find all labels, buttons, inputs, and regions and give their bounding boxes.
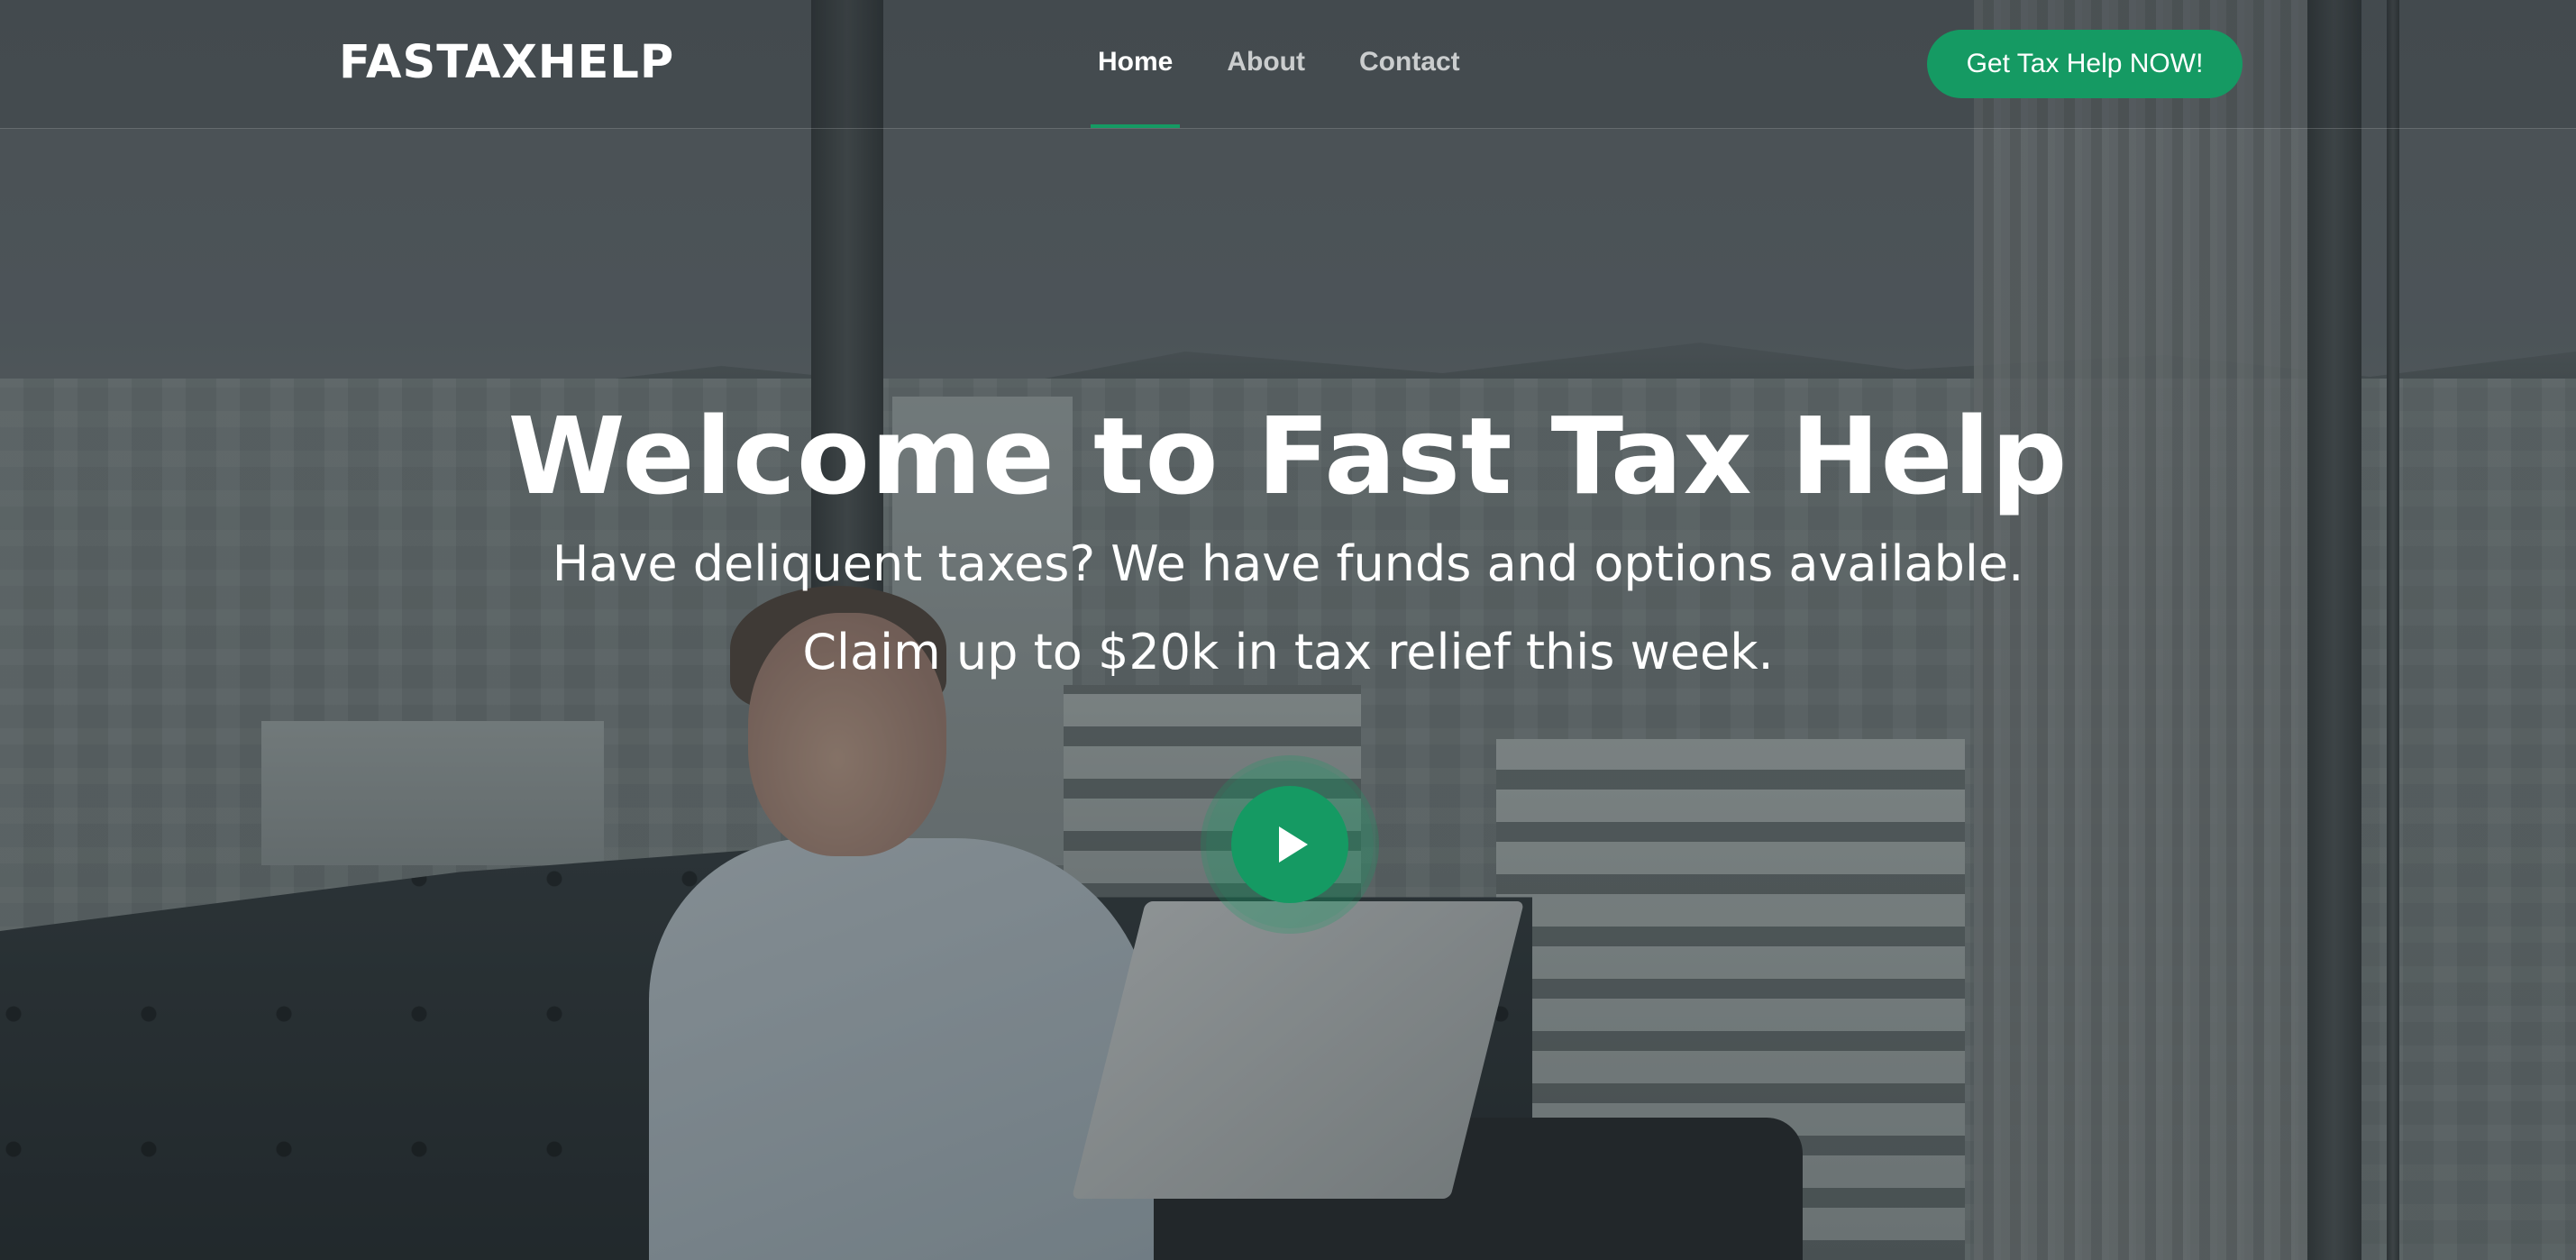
play-video-button[interactable] [1206,761,1374,928]
site-logo[interactable]: FASTAXHELP [339,36,674,89]
nav-item-about[interactable]: About [1227,47,1305,78]
play-button-circle[interactable] [1231,786,1348,903]
get-tax-help-button[interactable]: Get Tax Help NOW! [1927,30,2243,98]
hero-subtitle: Have deliquent taxes? We have funds and … [552,535,2024,592]
hero-claim: Claim up to $20k in tax relief this week… [802,624,1774,680]
play-icon [1279,826,1308,863]
main-nav: Home About Contact [1090,47,1460,128]
nav-item-contact[interactable]: Contact [1359,47,1460,78]
nav-item-home[interactable]: Home [1090,47,1181,128]
site-header: FASTAXHELP Home About Contact Get Tax He… [0,0,2576,129]
hero-title: Welcome to Fast Tax Help [507,394,2069,518]
